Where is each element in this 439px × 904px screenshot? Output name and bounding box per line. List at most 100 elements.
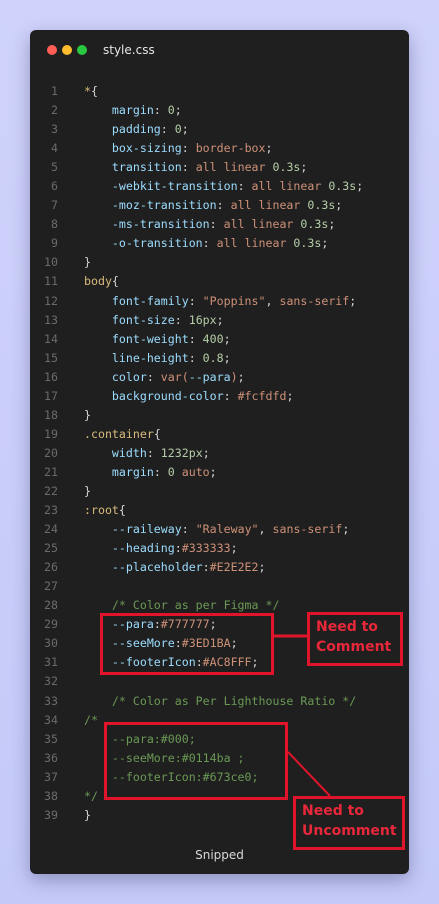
code-token: : xyxy=(181,141,196,156)
code-line: 13 font-size: 16px; xyxy=(30,311,409,330)
code-token: 0.3s xyxy=(307,198,336,213)
code-token: } xyxy=(84,483,91,498)
code-token: /* Color as Per Lighthouse Ratio */ xyxy=(84,693,357,708)
line-number: 4 xyxy=(51,141,58,156)
code-token: ; xyxy=(216,312,224,327)
code-text: -moz-transition: all linear 0.3s; xyxy=(84,196,342,215)
code-text: /* xyxy=(84,711,98,730)
code-token: : xyxy=(181,160,196,175)
code-token: -moz-transition xyxy=(84,198,217,213)
code-token: */ xyxy=(84,788,98,803)
code-line: 2 margin: 0; xyxy=(30,101,409,120)
code-token: , xyxy=(258,522,273,537)
code-token: : xyxy=(188,350,203,365)
snipped-footer: Snipped xyxy=(195,848,244,862)
close-dot-icon xyxy=(47,45,57,55)
code-token: sans-serif xyxy=(279,293,350,308)
line-number: 22 xyxy=(44,483,58,498)
code-token: margin xyxy=(84,103,154,118)
code-token: : xyxy=(160,122,175,137)
code-token: color xyxy=(84,369,147,384)
code-token: all linear xyxy=(230,198,308,213)
highlight-box-comment xyxy=(100,613,274,675)
code-line: 16 color: var(--para); xyxy=(30,368,409,387)
code-token: var( xyxy=(160,369,189,384)
code-token: margin xyxy=(84,464,154,479)
code-token: ; xyxy=(356,179,364,194)
code-token: : xyxy=(174,541,182,556)
code-text: transition: all linear 0.3s; xyxy=(84,158,307,177)
code-token: font-size xyxy=(84,312,175,327)
code-line: 24 --raileway: "Raleway", sans-serif; xyxy=(30,520,409,539)
code-token: auto xyxy=(174,464,210,479)
code-text: padding: 0; xyxy=(84,120,189,139)
code-token: width xyxy=(84,445,147,460)
code-token: ; xyxy=(300,160,308,175)
code-token: 0.3s xyxy=(293,236,322,251)
code-line: 32 xyxy=(30,672,409,691)
code-token: 400 xyxy=(202,331,224,346)
code-text: --raileway: "Raleway", sans-serif; xyxy=(84,520,349,539)
code-token: ; xyxy=(258,560,266,575)
code-block: 1 *{2 margin: 0; 3 padding: 0; 4 box-sizing… xyxy=(30,82,409,825)
code-line: 25 --heading:#333333; xyxy=(30,539,409,558)
code-token: #fcfdfd xyxy=(237,388,287,403)
code-line: 11 body{ xyxy=(30,272,409,291)
code-token: : xyxy=(216,198,231,213)
code-token: --placeholder xyxy=(84,560,203,575)
code-text: } xyxy=(84,253,91,272)
code-token: 1232px xyxy=(160,445,203,460)
line-number: 35 xyxy=(44,731,58,746)
code-text: } xyxy=(84,482,91,501)
line-number: 16 xyxy=(44,369,58,384)
code-token: --heading xyxy=(84,541,175,556)
code-text: background-color: #fcfdfd; xyxy=(84,387,294,406)
code-text: } xyxy=(84,406,91,425)
line-number: 10 xyxy=(44,255,58,270)
code-token: ; xyxy=(230,541,238,556)
code-token: ; xyxy=(237,369,245,384)
code-token: ; xyxy=(321,236,329,251)
code-token: } xyxy=(84,407,91,422)
code-text: :root{ xyxy=(84,501,126,520)
line-number: 2 xyxy=(51,103,58,118)
code-token: 0 xyxy=(167,103,175,118)
code-text: .container{ xyxy=(84,425,161,444)
code-line: 10} xyxy=(30,253,409,272)
code-token: : xyxy=(202,236,217,251)
line-number: 9 xyxy=(51,236,58,251)
code-token: ; xyxy=(209,464,217,479)
code-token: 0.3s xyxy=(272,160,301,175)
line-number: 24 xyxy=(44,522,58,537)
code-token: :root xyxy=(84,503,119,518)
line-number: 25 xyxy=(44,541,58,556)
code-token: 0.3s xyxy=(300,217,329,232)
line-number: 37 xyxy=(44,769,58,784)
code-token: { xyxy=(153,426,161,441)
code-text: */ xyxy=(84,787,98,806)
code-text: /* Color as Per Lighthouse Ratio */ xyxy=(84,692,356,711)
code-token: } xyxy=(84,255,91,270)
line-number: 13 xyxy=(44,312,58,327)
code-text: --placeholder:#E2E2E2; xyxy=(84,558,266,577)
code-token: ; xyxy=(349,293,357,308)
code-token: background-color xyxy=(84,388,224,403)
minimize-dot-icon xyxy=(62,45,72,55)
code-token: { xyxy=(111,274,119,289)
code-token: : xyxy=(237,179,252,194)
code-token: all linear xyxy=(195,160,273,175)
code-token: : xyxy=(146,369,161,384)
code-token: 16px xyxy=(188,312,217,327)
code-token: 0.8 xyxy=(202,350,224,365)
code-text: margin: 0; xyxy=(84,101,182,120)
code-text: *{ xyxy=(84,82,98,101)
code-token: : xyxy=(188,293,203,308)
code-line: 12 font-family: "Poppins", sans-serif; xyxy=(30,292,409,311)
code-token: /* xyxy=(84,712,98,727)
code-token: : xyxy=(202,560,210,575)
code-token: ; xyxy=(265,141,273,156)
code-line: 6 -webkit-transition: all linear 0.3s; xyxy=(30,177,409,196)
code-token: padding xyxy=(84,122,161,137)
need-to-uncomment-label: Need to Uncomment xyxy=(293,796,405,850)
code-window: style.css 1 *{2 margin: 0; 3 padding: 0; 4 … xyxy=(30,30,409,874)
